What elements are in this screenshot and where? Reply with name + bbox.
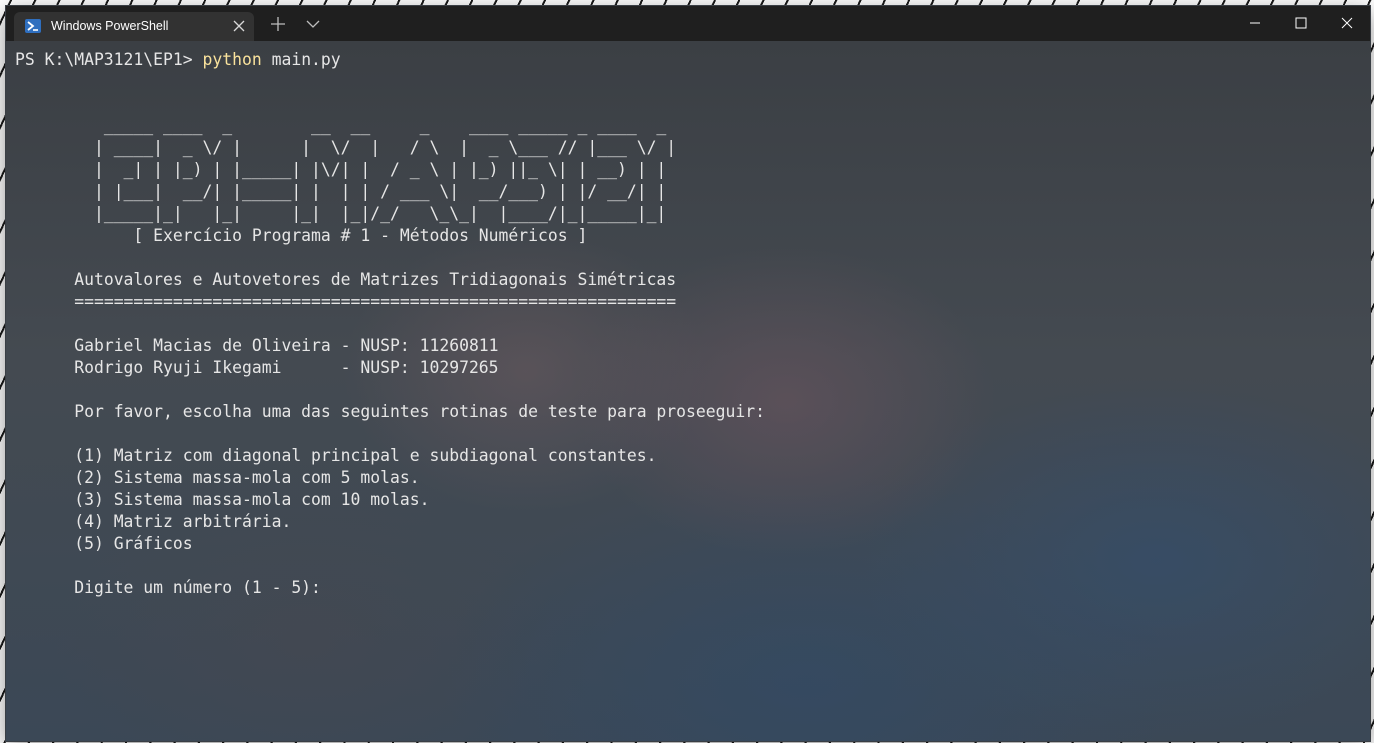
- prompt-text: PS K:\MAP3121\EP1>: [15, 50, 203, 69]
- command-args: main.py: [261, 50, 341, 69]
- maximize-icon: [1295, 17, 1307, 29]
- menu-option: (5) Gráficos: [74, 534, 193, 553]
- menu-option: (3) Sistema massa-mola com 10 molas.: [74, 490, 430, 509]
- ascii-banner-line: |_____|_| |_| |_| |_|/_/ \_\_| |____/|_|…: [74, 204, 667, 223]
- tab-close-icon[interactable]: [230, 17, 248, 35]
- minimize-button[interactable]: [1232, 6, 1278, 41]
- ascii-banner-line: | _| | |_) | |_____| |\/| | / _ \ | |_) …: [74, 160, 667, 179]
- plus-icon[interactable]: [268, 14, 288, 34]
- menu-option: (1) Matriz com diagonal principal e subd…: [74, 446, 657, 465]
- menu-option: (2) Sistema massa-mola com 5 molas.: [74, 468, 420, 487]
- subtitle: Autovalores e Autovetores de Matrizes Tr…: [74, 270, 677, 289]
- minimize-icon: [1250, 22, 1260, 24]
- author-line: Rodrigo Ryuji Ikegami - NUSP: 10297265: [74, 358, 499, 377]
- ascii-banner-line: _____ ____ _ __ __ _ ____ _____ _ ____ _: [74, 116, 667, 135]
- close-icon: [1341, 17, 1353, 29]
- powershell-window: Windows PowerShell PS K:\MAP3121\EP1> py…: [6, 6, 1370, 741]
- terminal-text: PS K:\MAP3121\EP1> python main.py _____ …: [15, 49, 765, 599]
- instruction-text: Por favor, escolha uma das seguintes rot…: [74, 402, 765, 421]
- tab-title: Windows PowerShell: [51, 19, 169, 33]
- powershell-icon: [25, 19, 41, 33]
- author-line: Gabriel Macias de Oliveira - NUSP: 11260…: [74, 336, 499, 355]
- terminal-output[interactable]: PS K:\MAP3121\EP1> python main.py _____ …: [6, 41, 1370, 741]
- ascii-banner-line: | ____| _ \/ | | \/ | / \ | _ \___ // |_…: [74, 138, 677, 157]
- desktop-background: Windows PowerShell PS K:\MAP3121\EP1> py…: [0, 0, 1374, 743]
- chevron-down-icon[interactable]: [304, 14, 322, 34]
- tab-windows-powershell[interactable]: Windows PowerShell: [14, 12, 254, 41]
- command-name: python: [202, 50, 262, 69]
- ascii-banner-line: | |___| __/| |_____| | | | / ___ \| __/_…: [74, 182, 667, 201]
- input-prompt: Digite um número (1 - 5):: [74, 578, 321, 597]
- close-button[interactable]: [1324, 6, 1370, 41]
- banner-caption: [ Exercício Programa # 1 - Métodos Numér…: [74, 226, 588, 245]
- maximize-button[interactable]: [1278, 6, 1324, 41]
- separator: ========================================…: [74, 292, 677, 311]
- menu-option: (4) Matriz arbitrária.: [74, 512, 292, 531]
- title-bar: Windows PowerShell: [6, 6, 1370, 41]
